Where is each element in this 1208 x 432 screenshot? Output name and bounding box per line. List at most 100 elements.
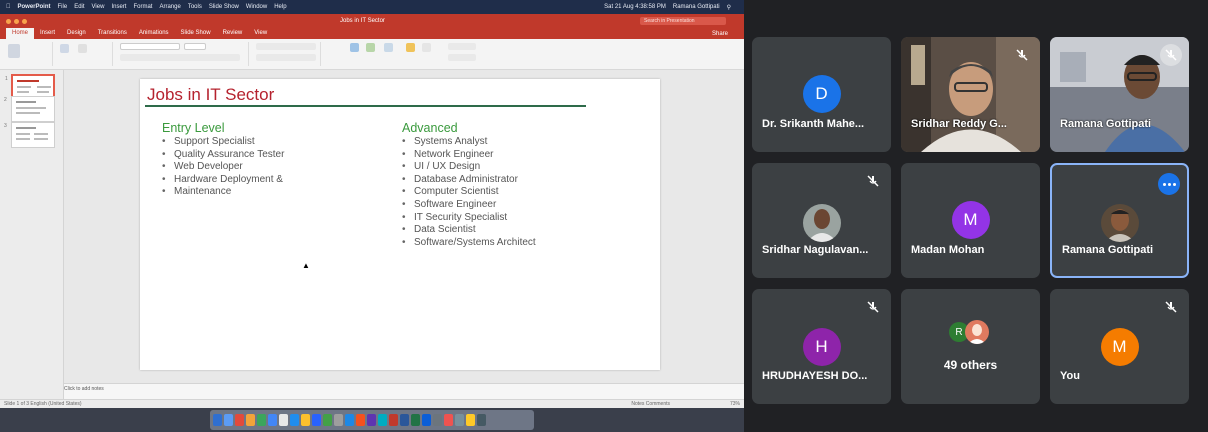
app-icon[interactable]	[433, 414, 442, 426]
list-item: Support Specialist	[162, 136, 284, 149]
textbox-icon[interactable]	[384, 43, 393, 52]
font-name-select[interactable]	[120, 43, 180, 50]
app-icon[interactable]	[323, 414, 332, 426]
ppt-titlebar: Jobs in IT Sector Search in Presentation	[0, 14, 744, 28]
meeting-window:  PowerPoint File Edit View Insert Forma…	[0, 0, 1208, 432]
menu-insert[interactable]: Insert	[111, 4, 126, 10]
menu-window[interactable]: Window	[246, 4, 267, 10]
shape-fill-button[interactable]	[448, 43, 476, 50]
alignment-buttons[interactable]	[256, 54, 316, 61]
menu-edit[interactable]: Edit	[74, 4, 84, 10]
search-presentation-input[interactable]: Search in Presentation	[640, 17, 726, 25]
tab-design[interactable]: Design	[61, 28, 92, 39]
notes-placeholder: Click to add notes	[64, 386, 104, 392]
entry-level-column[interactable]: Entry Level Support Specialist Quality A…	[162, 121, 284, 199]
tab-transitions[interactable]: Transitions	[92, 28, 133, 39]
picture-icon[interactable]	[366, 43, 375, 52]
notes-pane[interactable]: Click to add notes	[64, 383, 744, 399]
app-icon[interactable]	[235, 414, 244, 426]
app-icon[interactable]	[455, 414, 464, 426]
status-slide-info: Slide 1 of 3 English (United States)	[4, 401, 82, 407]
tab-insert[interactable]: Insert	[34, 28, 61, 39]
tab-view[interactable]: View	[248, 28, 273, 39]
muted-mic-icon	[1011, 44, 1033, 66]
participant-tile-active[interactable]: Ramana Gottipati	[1050, 163, 1189, 278]
tab-animations[interactable]: Animations	[133, 28, 175, 39]
list-item: Software/Systems Architect	[402, 237, 536, 250]
tab-home[interactable]: Home	[6, 28, 35, 39]
status-notes-comments[interactable]: Notes Comments	[631, 401, 670, 407]
zoom-level[interactable]: 73%	[730, 401, 740, 407]
paragraph-buttons[interactable]	[256, 43, 316, 50]
font-size-select[interactable]	[184, 43, 206, 50]
shape-outline-button[interactable]	[448, 54, 476, 61]
slide-thumbnail[interactable]: 3	[4, 122, 55, 148]
menu-slideshow[interactable]: Slide Show	[209, 4, 239, 10]
app-icon[interactable]	[466, 414, 475, 426]
participant-tile[interactable]: Ramana Gottipati	[1050, 37, 1189, 152]
app-icon[interactable]	[367, 414, 376, 426]
app-icon[interactable]	[334, 414, 343, 426]
app-icon[interactable]	[301, 414, 310, 426]
slide-thumbnail[interactable]: 2	[4, 96, 55, 122]
app-icon[interactable]	[422, 414, 431, 426]
avatar	[802, 204, 841, 242]
menu-file[interactable]: File	[58, 4, 68, 10]
others-tile[interactable]: R 49 others	[901, 289, 1040, 404]
menu-tools[interactable]: Tools	[188, 4, 202, 10]
menu-format[interactable]: Format	[133, 4, 152, 10]
slide[interactable]: Jobs in IT Sector Entry Level Support Sp…	[140, 79, 660, 370]
participant-tile[interactable]: Sridhar Nagulavan...	[752, 163, 891, 278]
word-icon[interactable]	[400, 414, 409, 426]
arrange-icon[interactable]	[406, 43, 415, 52]
muted-mic-icon	[1160, 296, 1182, 318]
avatar: M	[1100, 328, 1139, 366]
tab-slideshow[interactable]: Slide Show	[175, 28, 217, 39]
participant-tile[interactable]: D Dr. Srikanth Mahe...	[752, 37, 891, 152]
shapes-icon[interactable]	[350, 43, 359, 52]
layout-icon[interactable]	[78, 44, 87, 53]
app-icon[interactable]	[345, 414, 354, 426]
trash-icon[interactable]	[477, 414, 486, 426]
quick-styles-icon[interactable]	[422, 43, 431, 52]
powerpoint-icon[interactable]	[389, 414, 398, 426]
app-icon[interactable]	[257, 414, 266, 426]
finder-icon[interactable]	[213, 414, 222, 426]
advanced-column[interactable]: Advanced Systems Analyst Network Enginee…	[402, 121, 536, 249]
excel-icon[interactable]	[411, 414, 420, 426]
font-format-buttons[interactable]	[120, 54, 240, 61]
app-icon[interactable]	[356, 414, 365, 426]
participant-name: Ramana Gottipati	[1060, 118, 1152, 130]
avatar: M	[951, 201, 990, 239]
avatar: D	[802, 75, 841, 113]
app-icon[interactable]	[224, 414, 233, 426]
list-item: IT Security Specialist	[402, 212, 536, 225]
menu-view[interactable]: View	[92, 4, 105, 10]
window-controls[interactable]	[6, 18, 27, 24]
list-item: Computer Scientist	[402, 186, 536, 199]
menu-arrange[interactable]: Arrange	[159, 4, 180, 10]
search-icon[interactable]: ⚲	[727, 4, 731, 11]
list-item: Data Scientist	[402, 224, 536, 237]
paste-icon[interactable]	[8, 44, 20, 58]
app-icon[interactable]	[444, 414, 453, 426]
participant-tile-self[interactable]: M You	[1050, 289, 1189, 404]
tab-review[interactable]: Review	[217, 28, 249, 39]
app-icon[interactable]	[378, 414, 387, 426]
participant-tile[interactable]: M Madan Mohan	[901, 163, 1040, 278]
app-icon[interactable]	[279, 414, 288, 426]
slide-title[interactable]: Jobs in IT Sector	[147, 85, 274, 105]
participant-name: Ramana Gottipati	[1062, 244, 1154, 256]
app-icon[interactable]	[290, 414, 299, 426]
app-icon[interactable]	[312, 414, 321, 426]
more-options-icon[interactable]	[1158, 173, 1180, 195]
muted-mic-icon	[862, 296, 884, 318]
menu-help[interactable]: Help	[274, 4, 286, 10]
app-icon[interactable]	[246, 414, 255, 426]
avatar: H	[802, 328, 841, 366]
new-slide-icon[interactable]	[60, 44, 69, 53]
participant-tile[interactable]: H HRUDHAYESH DO...	[752, 289, 891, 404]
others-count: 49 others	[943, 358, 998, 372]
app-icon[interactable]	[268, 414, 277, 426]
participant-tile[interactable]: Sridhar Reddy G...	[901, 37, 1040, 152]
